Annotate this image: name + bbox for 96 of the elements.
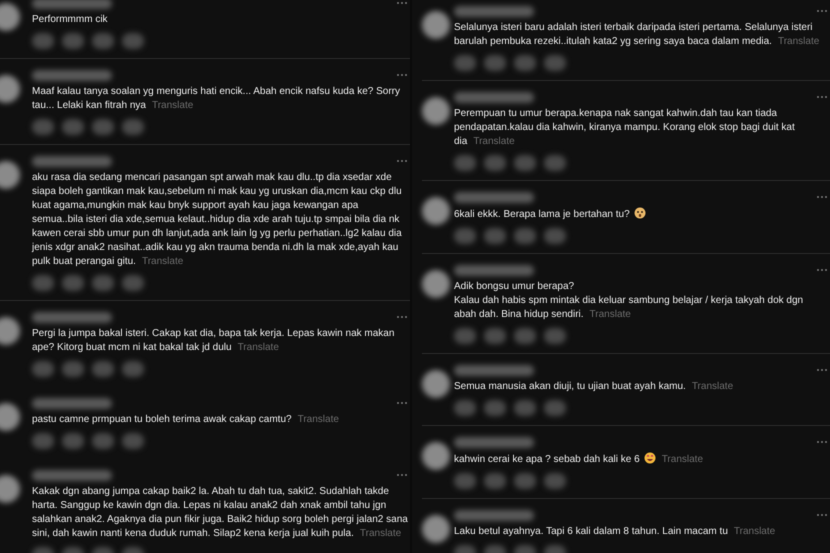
blurred-action-icon[interactable] — [484, 155, 506, 171]
blurred-action-icon[interactable] — [92, 33, 114, 49]
more-icon[interactable] — [816, 368, 828, 372]
translate-link[interactable]: Translate — [360, 528, 402, 539]
blurred-action-icon[interactable] — [62, 361, 84, 377]
blurred-action-icon[interactable] — [62, 433, 84, 449]
comment-text: Laku betul ayahnya. Tapi 6 kali dalam 8 tahun. Lain macam tu Translate — [454, 525, 776, 539]
comment-text: Selalunya isteri baru adalah isteri terbaik daripada isteri pertama. Selalunya isteri barulah pembuka rezeki..itulah kata2 yg sering saya baca dalam media. Translate — [454, 21, 820, 49]
translate-link[interactable]: Translate — [298, 414, 339, 425]
translate-link[interactable]: Translate — [734, 526, 776, 537]
avatar-placeholder — [422, 197, 450, 225]
blurred-action-icon[interactable] — [484, 328, 506, 344]
more-icon[interactable] — [816, 440, 828, 444]
more-icon[interactable] — [396, 159, 408, 163]
blurred-action-icon[interactable] — [454, 400, 476, 416]
comment-text: Semua manusia akan diuji, tu ujian buat ayah kamu. Translate — [454, 380, 734, 394]
blurred-action-icon[interactable] — [544, 473, 566, 489]
grinning-emoji-icon — [644, 452, 656, 464]
comment-text: Maaf kalau tanya soalan yg menguris hati encik... Abah encik nafsu kuda ke? Sorry tau... Lelaki kan fitrah nya Translate — [32, 85, 401, 113]
blurred-action-icon[interactable] — [122, 433, 144, 449]
avatar-placeholder — [0, 317, 20, 345]
comment-text: Kakak dgn abang jumpa cakap baik2 la. Abah tu dah tua, sakit2. Sudahlah takde harta. Sanggup ke kawin dgn dia. Lepas ni kalau anak2 dah xnak ambil tahu jgn salahkan anak2. Agaknya dia pun fikir juga. Baik2 hidup sorg boleh pergi jalan2 sana sini, dah kawin nanti kena duduk rumah. Silap2 kena kerja jual kuih pula. Translate — [32, 485, 408, 541]
shocked-emoji-icon — [634, 207, 646, 219]
blurred-action-icon[interactable] — [454, 473, 476, 489]
translate-link[interactable]: Translate — [152, 100, 194, 111]
more-icon[interactable] — [816, 513, 828, 517]
blurred-action-icon[interactable] — [544, 328, 566, 344]
translate-link[interactable]: Translate — [692, 381, 734, 392]
blurred-action-icon[interactable] — [32, 433, 54, 449]
translate-link[interactable]: Translate — [590, 309, 631, 320]
blurred-action-icon[interactable] — [32, 361, 54, 377]
blurred-action-icon[interactable] — [544, 400, 566, 416]
avatar-placeholder — [422, 11, 450, 39]
translate-link[interactable]: Translate — [662, 454, 704, 465]
blurred-action-icon[interactable] — [544, 55, 566, 71]
blurred-action-icon[interactable] — [122, 275, 144, 291]
more-icon[interactable] — [816, 268, 828, 272]
more-icon[interactable] — [816, 9, 828, 13]
blurred-action-icon[interactable] — [92, 275, 114, 291]
more-icon[interactable] — [816, 95, 828, 99]
comment-text: Perempuan tu umur berapa.kenapa nak sangat kahwin.dah tau kan tiada pendapatan.kalau dia kahwin, kiranya mampu. Korang elok stop bagi duit kat dia Translate — [454, 107, 796, 149]
avatar-placeholder — [422, 442, 450, 470]
translate-link[interactable]: Translate — [473, 136, 515, 147]
blurred-action-icon[interactable] — [122, 119, 144, 135]
translate-link[interactable]: Translate — [238, 342, 279, 353]
comment-text: pastu camne prmpuan tu boleh terima awak cakap camtu? Translate — [32, 413, 340, 427]
avatar-placeholder — [422, 370, 450, 398]
blurred-action-icon[interactable] — [484, 473, 506, 489]
more-icon[interactable] — [396, 315, 408, 319]
blurred-action-icon[interactable] — [92, 361, 114, 377]
translate-link[interactable]: Translate — [778, 36, 820, 47]
blurred-action-icon[interactable] — [62, 275, 84, 291]
more-icon[interactable] — [396, 473, 408, 477]
blurred-action-icon[interactable] — [514, 328, 536, 344]
comment-text: Pergi la jumpa bakal isteri. Cakap kat dia, bapa tak kerja. Lepas kawin nak makan ape? Kitorg buat mcm ni kat bakal tak jd dulu Translate — [32, 327, 396, 355]
blurred-action-icon[interactable] — [454, 155, 476, 171]
translate-link[interactable]: Translate — [142, 256, 184, 267]
blurred-action-icon[interactable] — [484, 400, 506, 416]
blurred-action-icon[interactable] — [544, 155, 566, 171]
blurred-action-icon[interactable] — [514, 155, 536, 171]
comment-text: 6kali ekkk. Berapa lama je bertahan tu? — [454, 207, 828, 222]
more-icon[interactable] — [396, 401, 408, 405]
blurred-action-icon[interactable] — [484, 228, 506, 244]
blurred-action-icon[interactable] — [454, 228, 476, 244]
comment-text: kahwin cerai ke apa ? sebab dah kali ke 6 Translate — [454, 452, 704, 467]
more-icon[interactable] — [396, 73, 408, 77]
blurred-action-icon[interactable] — [62, 33, 84, 49]
comment-text: Adik bongsu umur berapa? Kalau dah habis spm mintak dia keluar sambung belajar / kerja takyah dok dgn abah dah. Bina hidup sendiri. Translate — [454, 280, 804, 322]
comment-text: aku rasa dia sedang mencari pasangan spt arwah mak kau dlu..tp dia xsedar xde siapa boleh gantikan mak kau,sebelum ni mak kau yg uruskan dia,mcm kau ckp dlu kuat agama,mungkin mak kau bnyk support ayah kau jaga kewangan apa semua..bila isteri dia xde,semua kelaut..hidup dia xde arah tuju.tp smpai bila dia nk kawen cerai sbb umur pun dh lanjut,ada ank lain lg yg perlu perhatian..lg2 kalau dia jenis xdgr anak2 nasihat..adik kau yg akn trauma benda ni.dh la mak xde,ayah kau pulk buat perangai gitu. Translate — [32, 171, 403, 269]
avatar-placeholder — [422, 515, 450, 543]
blurred-action-icon[interactable] — [62, 119, 84, 135]
avatar-placeholder — [422, 270, 450, 298]
blurred-action-icon[interactable] — [514, 473, 536, 489]
blurred-action-icon[interactable] — [514, 55, 536, 71]
avatar-placeholder — [0, 161, 20, 189]
avatar-placeholder — [0, 403, 20, 431]
blurred-action-icon[interactable] — [514, 228, 536, 244]
blurred-action-icon[interactable] — [454, 328, 476, 344]
blurred-action-icon[interactable] — [484, 55, 506, 71]
blurred-action-icon[interactable] — [32, 119, 54, 135]
more-icon[interactable] — [396, 1, 408, 5]
more-icon[interactable] — [816, 195, 828, 199]
blurred-action-icon[interactable] — [32, 275, 54, 291]
avatar-placeholder — [422, 97, 450, 125]
avatar-placeholder — [0, 75, 20, 103]
blurred-action-icon[interactable] — [92, 119, 114, 135]
blurred-action-icon[interactable] — [122, 361, 144, 377]
blurred-action-icon[interactable] — [454, 55, 476, 71]
blurred-action-icon[interactable] — [92, 433, 114, 449]
blurred-action-icon[interactable] — [122, 33, 144, 49]
avatar-placeholder — [0, 475, 20, 503]
blurred-action-icon[interactable] — [32, 33, 54, 49]
avatar-placeholder — [0, 3, 20, 31]
blurred-action-icon[interactable] — [544, 228, 566, 244]
comment-text: Performmmm cik — [32, 13, 109, 27]
blurred-action-icon[interactable] — [514, 400, 536, 416]
